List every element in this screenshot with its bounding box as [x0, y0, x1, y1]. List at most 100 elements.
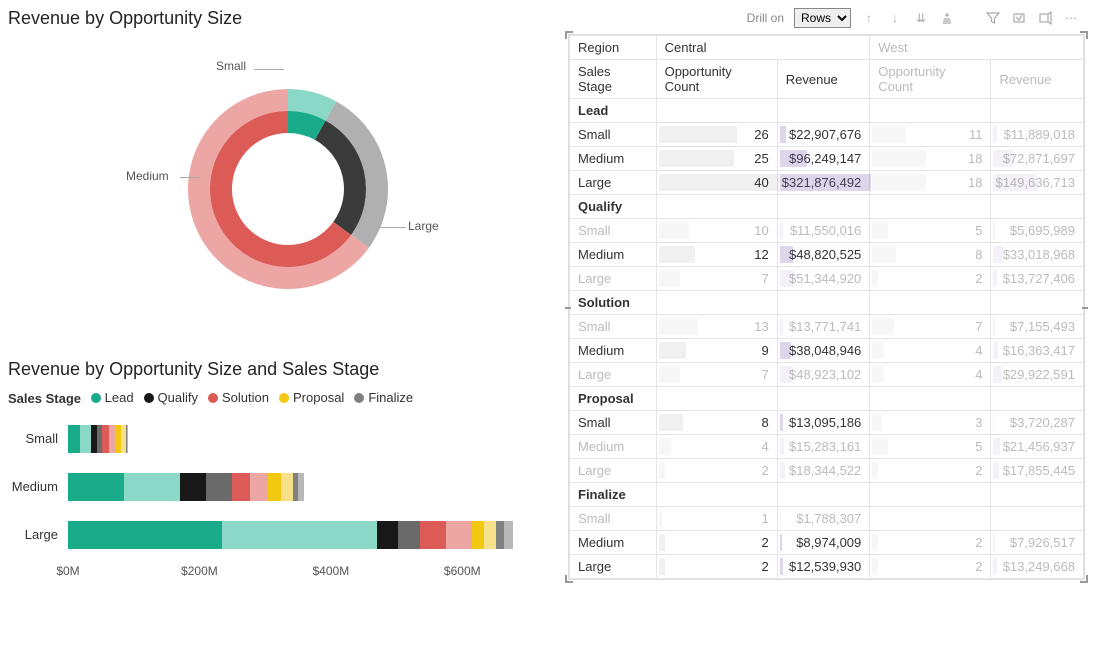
- cell-cnt-w: 4: [870, 339, 991, 363]
- bar-seg-faded: [281, 473, 293, 501]
- legend-item-qualify[interactable]: Qualify: [144, 390, 198, 405]
- donut-title: Revenue by Opportunity Size: [8, 8, 548, 29]
- expand-down-icon[interactable]: ⇊: [913, 10, 929, 26]
- spotlight-icon[interactable]: [1011, 10, 1027, 26]
- cell-cnt-w: 5: [870, 435, 991, 459]
- stage-row[interactable]: Finalize: [570, 483, 1084, 507]
- cell-rev-w: $5,695,989: [991, 219, 1084, 243]
- bar-seg-faded: [398, 521, 419, 549]
- cell-rev-w: $13,727,406: [991, 267, 1084, 291]
- header-region: Region: [570, 36, 657, 60]
- donut-label-medium: Medium: [126, 169, 169, 183]
- table-row[interactable]: Small13$13,771,7417$7,155,493: [570, 315, 1084, 339]
- visual-toolbar: Drill on Rows ↑ ↓ ⇊ ⋯: [568, 8, 1085, 34]
- cell-rev: $13,095,186: [777, 411, 870, 435]
- legend-item-finalize[interactable]: Finalize: [354, 390, 413, 405]
- bar-seg: [472, 521, 484, 549]
- cell-cnt-w: 5: [870, 219, 991, 243]
- cell-cnt-w: 11: [870, 123, 991, 147]
- drill-up-icon[interactable]: ↑: [861, 10, 877, 26]
- table-row[interactable]: Medium25$96,249,14718$72,871,697: [570, 147, 1084, 171]
- table-row[interactable]: Large2$12,539,9302$13,249,668: [570, 555, 1084, 579]
- cell-rev-w: $7,155,493: [991, 315, 1084, 339]
- table-row[interactable]: Medium12$48,820,5258$33,018,968: [570, 243, 1084, 267]
- bar-seg-faded: [446, 521, 472, 549]
- cell-cnt: 2: [656, 555, 777, 579]
- legend-item-proposal[interactable]: Proposal: [279, 390, 344, 405]
- table-row[interactable]: Small8$13,095,1863$3,720,287: [570, 411, 1084, 435]
- donut-svg[interactable]: [68, 39, 488, 339]
- table-row[interactable]: Large40$321,876,49218$149,636,713: [570, 171, 1084, 195]
- row-size: Medium: [570, 531, 657, 555]
- drill-select[interactable]: Rows: [794, 8, 851, 28]
- col-oppcount-w[interactable]: Opportunity Count: [870, 60, 991, 99]
- cell-cnt: 1: [656, 507, 777, 531]
- drill-down-icon[interactable]: ↓: [887, 10, 903, 26]
- focus-icon[interactable]: [1037, 10, 1053, 26]
- table-row[interactable]: Large2$18,344,5222$17,855,445: [570, 459, 1084, 483]
- row-size: Large: [570, 363, 657, 387]
- stage-row[interactable]: Proposal: [570, 387, 1084, 411]
- cell-rev-w: $21,456,937: [991, 435, 1084, 459]
- col-revenue-w[interactable]: Revenue: [991, 60, 1084, 99]
- table-row[interactable]: Small1$1,788,307: [570, 507, 1084, 531]
- legend-item-lead[interactable]: Lead: [91, 390, 134, 405]
- bar-row-small[interactable]: Small: [8, 420, 548, 458]
- cell-rev-w: $3,720,287: [991, 411, 1084, 435]
- cell-cnt-w: 3: [870, 411, 991, 435]
- stage-row[interactable]: Solution: [570, 291, 1084, 315]
- table-row[interactable]: Small26$22,907,67611$11,889,018: [570, 123, 1084, 147]
- stage-row[interactable]: Qualify: [570, 195, 1084, 219]
- legend-title: Sales Stage: [8, 391, 81, 406]
- cell-cnt-w: 4: [870, 363, 991, 387]
- donut-label-large: Large: [408, 219, 439, 233]
- cell-rev-w: $11,889,018: [991, 123, 1084, 147]
- col-oppcount-c[interactable]: Opportunity Count: [656, 60, 777, 99]
- cell-rev-w: $7,926,517: [991, 531, 1084, 555]
- x-tick: $600M: [444, 564, 481, 578]
- col-revenue-c[interactable]: Revenue: [777, 60, 870, 99]
- legend-swatch-icon: [144, 393, 154, 403]
- bar-seg: [377, 521, 398, 549]
- region-central[interactable]: Central: [656, 36, 870, 60]
- bar-seg-faded: [250, 473, 268, 501]
- bar-row-medium[interactable]: Medium: [8, 468, 548, 506]
- legend-swatch-icon: [208, 393, 218, 403]
- cell-rev-w: $33,018,968: [991, 243, 1084, 267]
- matrix-visual[interactable]: RegionCentralWestSales StageOpportunity …: [568, 34, 1085, 580]
- bar-row-large[interactable]: Large: [8, 516, 548, 554]
- table-row[interactable]: Medium9$38,048,9464$16,363,417: [570, 339, 1084, 363]
- table-row[interactable]: Medium4$15,283,1615$21,456,937: [570, 435, 1084, 459]
- more-icon[interactable]: ⋯: [1063, 10, 1079, 26]
- filter-icon[interactable]: [985, 10, 1001, 26]
- row-size: Medium: [570, 435, 657, 459]
- cell-cnt-w: 2: [870, 267, 991, 291]
- cell-cnt: 2: [656, 459, 777, 483]
- cell-rev: $51,344,920: [777, 267, 870, 291]
- cell-rev: $18,344,522: [777, 459, 870, 483]
- cell-rev: $8,974,009: [777, 531, 870, 555]
- stage-row[interactable]: Lead: [570, 99, 1084, 123]
- table-row[interactable]: Medium2$8,974,0092$7,926,517: [570, 531, 1084, 555]
- expand-all-icon[interactable]: [939, 10, 955, 26]
- cell-cnt: 26: [656, 123, 777, 147]
- region-west[interactable]: West: [870, 36, 1084, 60]
- table-row[interactable]: Large7$51,344,9202$13,727,406: [570, 267, 1084, 291]
- cell-cnt: 25: [656, 147, 777, 171]
- bar-category-label: Small: [8, 431, 68, 446]
- legend-swatch-icon: [279, 393, 289, 403]
- cell-rev: $15,283,161: [777, 435, 870, 459]
- row-size: Large: [570, 267, 657, 291]
- cell-cnt-w: 7: [870, 315, 991, 339]
- cell-rev: $321,876,492: [777, 171, 870, 195]
- cell-cnt: 13: [656, 315, 777, 339]
- cell-cnt: 2: [656, 531, 777, 555]
- cell-cnt: 40: [656, 171, 777, 195]
- bar-category-label: Large: [8, 527, 68, 542]
- bar-seg: [496, 521, 505, 549]
- cell-rev-w: $17,855,445: [991, 459, 1084, 483]
- legend-item-solution[interactable]: Solution: [208, 390, 269, 405]
- x-tick: $200M: [181, 564, 218, 578]
- table-row[interactable]: Small10$11,550,0165$5,695,989: [570, 219, 1084, 243]
- table-row[interactable]: Large7$48,923,1024$29,922,591: [570, 363, 1084, 387]
